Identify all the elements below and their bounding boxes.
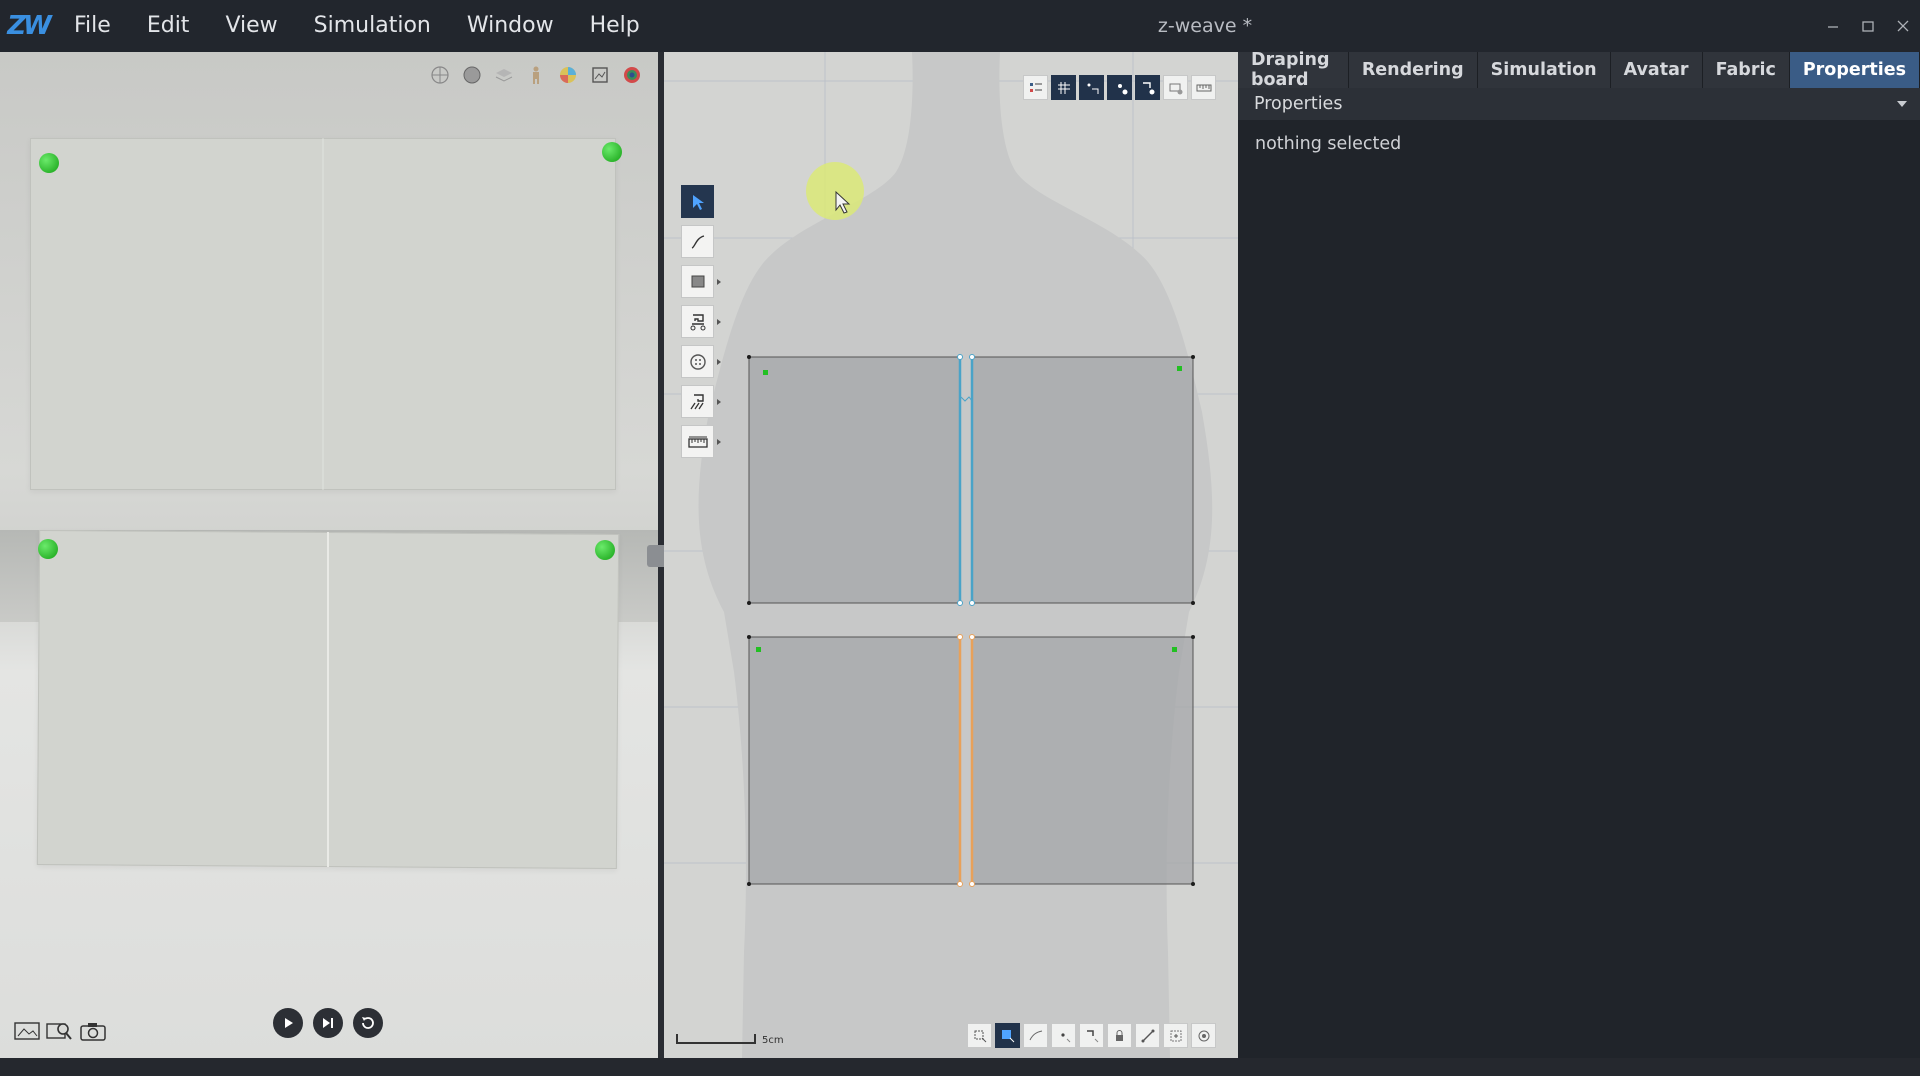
- close-icon[interactable]: [1885, 0, 1920, 52]
- camera-icon[interactable]: [79, 1019, 107, 1043]
- empty-selection-text: nothing selected: [1255, 134, 1402, 154]
- panel-tabs: Draping board Rendering Simulation Avata…: [1238, 50, 1920, 90]
- play-icon[interactable]: [273, 1008, 303, 1038]
- pattern-piece-upper-left[interactable]: [748, 356, 961, 604]
- layer-icon[interactable]: [1163, 75, 1188, 100]
- avatar-icon[interactable]: [525, 64, 547, 86]
- reset-icon[interactable]: [353, 1008, 383, 1038]
- measure-tool-icon[interactable]: [681, 425, 721, 458]
- fabric-layer-icon[interactable]: [493, 64, 515, 86]
- tab-draping-board[interactable]: Draping board: [1238, 50, 1349, 90]
- shaded-sphere-icon[interactable]: [461, 64, 483, 86]
- pin-marker[interactable]: [38, 539, 58, 559]
- 3d-viewport[interactable]: [0, 52, 658, 1058]
- curve-tool-icon[interactable]: [681, 225, 714, 258]
- title-bar: ZW File Edit View Simulation Window Help…: [0, 0, 1920, 52]
- internal-line-icon[interactable]: [1135, 1023, 1160, 1048]
- pin-marker[interactable]: [39, 153, 59, 173]
- tab-fabric[interactable]: Fabric: [1702, 52, 1790, 88]
- menu-help[interactable]: Help: [572, 0, 658, 52]
- lock-icon[interactable]: [1107, 1023, 1132, 1048]
- tab-properties[interactable]: Properties: [1789, 52, 1920, 88]
- pattern-piece-lower-left[interactable]: [748, 636, 961, 885]
- point-icon[interactable]: [1051, 1023, 1076, 1048]
- grid-icon[interactable]: [1051, 75, 1076, 100]
- points-icon[interactable]: [1079, 75, 1104, 100]
- seam-icon[interactable]: [1135, 75, 1160, 100]
- scale-bar: [676, 1034, 756, 1044]
- button-tool-icon[interactable]: [681, 345, 721, 378]
- sewing-tool-icon[interactable]: [681, 305, 721, 338]
- render-icon[interactable]: [621, 64, 643, 86]
- right-panel: Draping board Rendering Simulation Avata…: [1238, 50, 1920, 1058]
- wireframe-icon[interactable]: [429, 64, 451, 86]
- tab-avatar[interactable]: Avatar: [1610, 52, 1703, 88]
- menu-file[interactable]: File: [56, 0, 129, 52]
- screenshot-icon[interactable]: [13, 1019, 41, 1043]
- texture-icon[interactable]: [589, 64, 611, 86]
- cloth-seam-upper: [322, 138, 324, 490]
- maximize-icon[interactable]: [1850, 0, 1885, 52]
- notch-icon[interactable]: [1163, 1023, 1188, 1048]
- seam-display-icon[interactable]: [1079, 1023, 1104, 1048]
- list-icon[interactable]: [1023, 75, 1048, 100]
- target-icon[interactable]: [1191, 1023, 1216, 1048]
- pin-icon[interactable]: [1107, 75, 1132, 100]
- menu-window[interactable]: Window: [449, 0, 572, 52]
- tab-simulation[interactable]: Simulation: [1477, 52, 1611, 88]
- ruler-icon[interactable]: [1191, 75, 1216, 100]
- menu-simulation[interactable]: Simulation: [296, 0, 449, 52]
- rectangle-tool-icon[interactable]: [681, 265, 721, 298]
- scale-label: 5cm: [762, 1035, 784, 1046]
- pattern-canvas[interactable]: [664, 52, 1238, 1058]
- fill-icon[interactable]: [995, 1023, 1020, 1048]
- pattern-piece-upper-right[interactable]: [971, 356, 1194, 604]
- edit-sewing-icon[interactable]: [681, 385, 721, 418]
- chevron-down-icon[interactable]: [1896, 99, 1908, 109]
- pin-marker[interactable]: [602, 142, 622, 162]
- pattern-piece-lower-right[interactable]: [971, 636, 1194, 885]
- menu-view[interactable]: View: [207, 0, 295, 52]
- line-icon[interactable]: [1023, 1023, 1048, 1048]
- window-title: z-weave *: [1157, 15, 1253, 37]
- zoom-image-icon[interactable]: [45, 1019, 73, 1043]
- properties-body: nothing selected: [1238, 120, 1920, 168]
- properties-header-label: Properties: [1254, 94, 1343, 114]
- cloth-seam-lower: [327, 532, 329, 867]
- 2d-pattern-window[interactable]: 5cm: [664, 52, 1238, 1058]
- menu-edit[interactable]: Edit: [129, 0, 208, 52]
- pin-marker[interactable]: [595, 540, 615, 560]
- step-forward-icon[interactable]: [313, 1008, 343, 1038]
- select-tool-icon[interactable]: [681, 185, 714, 218]
- status-bar: [0, 1058, 1920, 1076]
- tab-rendering[interactable]: Rendering: [1348, 52, 1478, 88]
- app-logo: ZW: [7, 11, 51, 41]
- color-wheel-icon[interactable]: [557, 64, 579, 86]
- properties-header[interactable]: Properties: [1238, 88, 1920, 120]
- cursor-highlight: [806, 162, 864, 220]
- minimize-icon[interactable]: [1815, 0, 1850, 52]
- transform-icon[interactable]: [967, 1023, 992, 1048]
